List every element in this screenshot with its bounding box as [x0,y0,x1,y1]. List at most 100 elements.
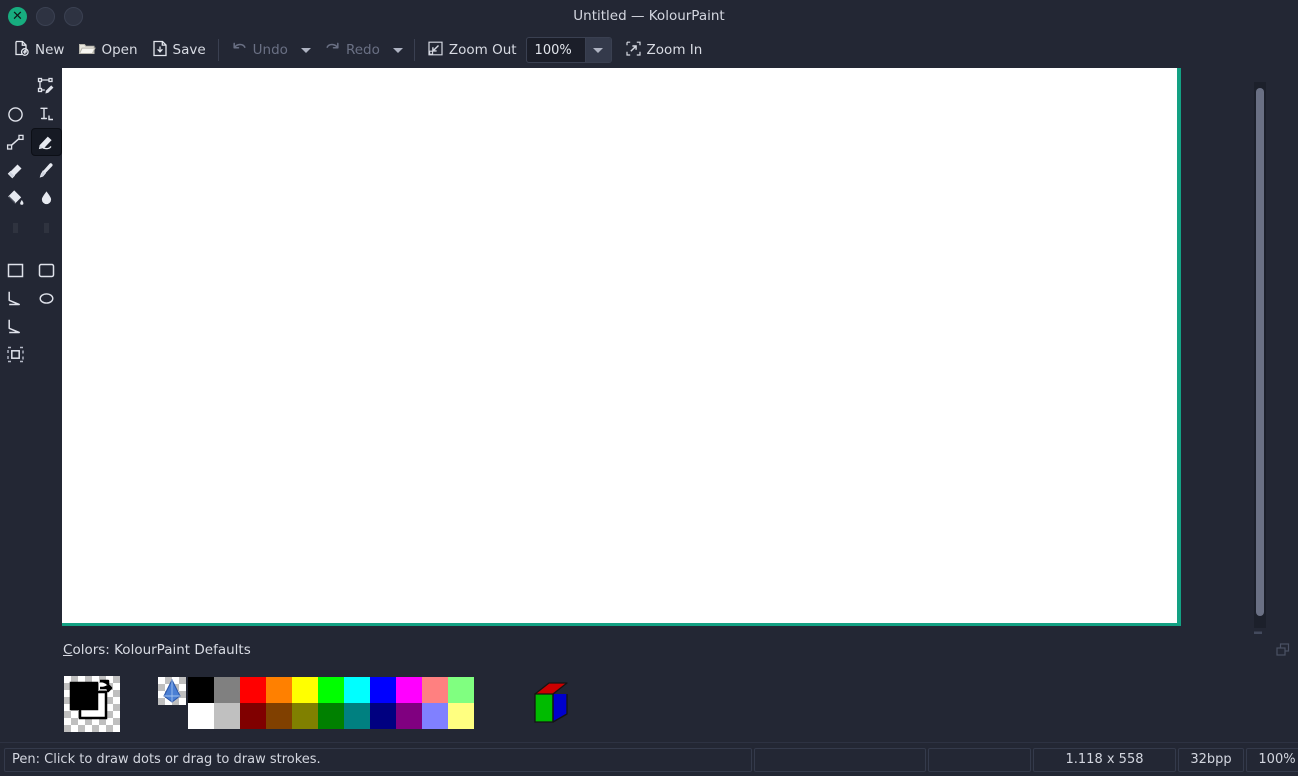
undo-icon [231,40,248,60]
color-swatch[interactable] [214,703,240,729]
zoom-in-button-label: Zoom In [646,42,703,58]
color-swatch[interactable] [344,677,370,703]
zoom-out-icon [427,40,444,61]
zoom-level-dropdown-button[interactable] [584,38,611,62]
undo-button-label: Undo [252,42,288,58]
new-file-icon [13,40,30,61]
redo-button[interactable]: Redo [317,36,387,64]
tool-flood-fill[interactable] [0,184,31,212]
open-button[interactable]: Open [71,36,144,64]
status-cursor-position [754,747,926,772]
color-swatch[interactable] [422,703,448,729]
color-swatch[interactable] [370,703,396,729]
color-swatch[interactable] [318,677,344,703]
tool-rounded-rectangle[interactable] [31,256,62,284]
tool-line[interactable] [0,128,31,156]
chevron-down-icon [300,47,311,53]
vertical-scrollbar[interactable] [1254,82,1266,628]
color-swatch[interactable] [188,703,214,729]
redo-icon [324,40,341,60]
undo-button[interactable]: Undo [224,36,295,64]
open-button-label: Open [101,42,138,58]
tool-group-separator [0,240,62,256]
tool-ellipse[interactable] [31,284,62,312]
tool-polygon[interactable] [0,284,31,312]
color-palette-row-1 [188,677,474,703]
redo-button-label: Redo [345,42,380,58]
main-toolbar: New Open Save Undo Redo Zoom Out 100% Zo… [0,32,1298,68]
tool-ellipse-select[interactable] [0,100,31,128]
save-button[interactable]: Save [145,36,213,64]
colors-dock-label: Colors: KolourPaint Defaults [63,642,251,658]
minimize-window-button[interactable] [36,6,55,26]
tool-connected-lines[interactable] [0,312,31,340]
tool-rectangle-select[interactable] [0,340,31,368]
undo-history-dropdown[interactable] [295,37,317,63]
redo-history-dropdown[interactable] [387,37,409,63]
tool-grid [0,72,62,368]
kolourpaint-window: ✕ Untitled — KolourPaint New Open Save U… [0,0,1298,776]
color-swatch[interactable] [188,677,214,703]
canvas-area [62,68,1274,643]
new-button[interactable]: New [6,36,71,64]
color-swatch[interactable] [214,677,240,703]
tool-pen[interactable] [31,128,62,156]
color-cube-icon[interactable] [531,680,579,726]
zoom-in-icon [625,40,642,61]
zoom-out-button-label: Zoom Out [448,42,517,58]
toolbar-separator-2 [413,39,415,61]
color-dock-handle-icon[interactable] [1276,642,1290,656]
title-bar: ✕ Untitled — KolourPaint [0,0,1298,32]
save-button-label: Save [172,42,206,58]
color-palette [188,677,474,729]
toolbar-separator-1 [217,39,219,61]
chevron-down-icon [593,47,604,53]
drawing-canvas[interactable] [62,68,1181,626]
zoom-level-combobox[interactable]: 100% [525,37,612,63]
status-message: Pen: Click to draw dots or drag to draw … [4,747,752,772]
color-swatch[interactable] [396,703,422,729]
color-swatch[interactable] [396,677,422,703]
color-swatch[interactable] [266,677,292,703]
tool-curve[interactable] [31,212,62,240]
status-zoom-level: 100% [1246,747,1298,772]
tool-free-form-select[interactable] [31,72,62,100]
color-palette-row-2 [188,703,474,729]
chevron-down-icon [392,47,403,53]
tool-color-picker[interactable] [31,184,62,212]
tool-eraser[interactable] [0,156,31,184]
tool-spray-can[interactable] [0,212,31,240]
color-swatch[interactable] [266,703,292,729]
color-swatch[interactable] [344,703,370,729]
color-swatch[interactable] [318,703,344,729]
color-swatch[interactable] [292,703,318,729]
tool-rectangle[interactable] [0,256,31,284]
close-window-button[interactable]: ✕ [8,6,27,26]
color-swatch[interactable] [292,677,318,703]
zoom-in-button[interactable]: Zoom In [618,36,710,64]
tool-palette [0,68,62,628]
color-swatch[interactable] [240,677,266,703]
tool-brush[interactable] [31,156,62,184]
colors-label-rest: olors: KolourPaint Defaults [72,642,251,658]
transparent-color-swatch[interactable] [158,677,186,705]
color-swatch[interactable] [370,677,396,703]
window-controls: ✕ [0,6,83,26]
status-color-depth: 32bpp [1178,747,1244,772]
new-button-label: New [35,42,65,58]
tool-text[interactable] [31,100,62,128]
color-swatch[interactable] [448,703,474,729]
zoom-out-button[interactable]: Zoom Out [420,36,524,64]
foreground-background-color-selector[interactable] [64,676,120,732]
maximize-window-button[interactable] [64,6,83,26]
open-folder-icon [78,40,97,61]
close-icon: ✕ [12,8,23,24]
zoom-level-value: 100% [534,42,572,58]
window-title: Untitled — KolourPaint [573,8,725,24]
color-swatch[interactable] [422,677,448,703]
status-image-size: 1.118 x 558 [1033,747,1176,772]
color-swatch[interactable] [448,677,474,703]
color-swatch[interactable] [240,703,266,729]
status-bar: Pen: Click to draw dots or drag to draw … [0,742,1298,776]
vertical-scrollbar-thumb[interactable] [1256,88,1264,616]
